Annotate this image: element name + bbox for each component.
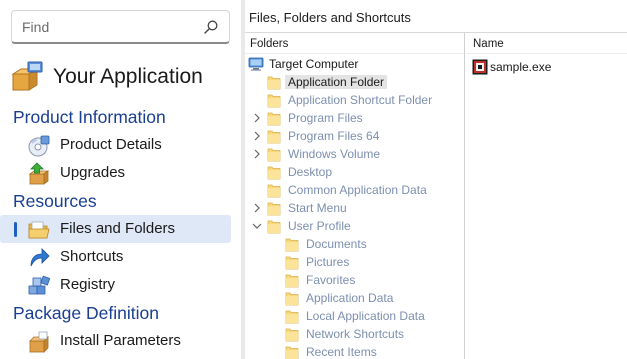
tree-item[interactable]: Network Shortcuts	[245, 325, 465, 343]
tree-label: Desktop	[288, 165, 333, 179]
folder-icon	[267, 94, 281, 108]
folder-icon	[267, 166, 281, 180]
folder-icon	[285, 274, 299, 288]
navigation-pane: Your Application Product Information Pro…	[0, 0, 241, 359]
panel-title: Files, Folders and Shortcuts	[249, 10, 411, 25]
tree-label: Local Application Data	[306, 309, 425, 323]
folder-icon	[267, 76, 281, 90]
section-product-information: Product Information	[13, 107, 166, 127]
tree-item[interactable]: Application Folder	[245, 73, 465, 91]
chevron-right-icon[interactable]	[251, 202, 263, 214]
chevron-down-icon[interactable]	[251, 220, 263, 232]
tree-label: Target Computer	[269, 57, 359, 71]
tree-label: Common Application Data	[288, 183, 427, 197]
tree-item[interactable]: Application Data	[245, 289, 465, 307]
files-folders-frame: Folders Target Computer Application Fold…	[245, 32, 627, 359]
name-column-header[interactable]: Name	[473, 38, 504, 50]
tree-item[interactable]: Desktop	[245, 163, 465, 181]
folder-icon	[285, 256, 299, 270]
nav-label: Files and Folders	[60, 220, 176, 237]
search-box[interactable]	[11, 10, 230, 44]
tree-root[interactable]: Target Computer	[245, 55, 465, 73]
tree-item[interactable]: Program Files	[245, 109, 465, 127]
shortcut-arrow-icon	[30, 248, 50, 267]
header-divider	[466, 53, 627, 54]
nav-item-files-and-folders[interactable]: Files and Folders	[0, 215, 231, 243]
tree-item[interactable]: Local Application Data	[245, 307, 465, 325]
chevron-right-icon[interactable]	[251, 148, 263, 160]
tree-label: User Profile	[288, 219, 351, 233]
app-header: Your Application	[10, 60, 203, 94]
section-package-definition: Package Definition	[13, 303, 159, 323]
nav-item-install-parameters[interactable]: Install Parameters	[0, 327, 231, 355]
content-panel: Files, Folders and Shortcuts Folders Tar…	[245, 0, 627, 359]
folder-icon	[285, 310, 299, 324]
tree-item[interactable]: Favorites	[245, 271, 465, 289]
install-box-icon	[29, 331, 49, 353]
folder-icon	[285, 238, 299, 252]
folder-icon	[267, 184, 281, 198]
tree-item[interactable]: Windows Volume	[245, 145, 465, 163]
tree-label: Favorites	[306, 273, 356, 287]
folder-icon	[267, 130, 281, 144]
tree-item[interactable]: Application Shortcut Folder	[245, 91, 465, 109]
search-icon[interactable]	[203, 19, 219, 35]
nav-label: Product Details	[60, 136, 162, 153]
search-input[interactable]	[22, 17, 192, 37]
nav-label: Shortcuts	[60, 248, 124, 265]
tree-label: Network Shortcuts	[306, 327, 405, 341]
application-package-icon	[11, 61, 43, 91]
registry-cubes-icon	[28, 275, 51, 295]
folder-icon	[267, 148, 281, 162]
tree-label: Windows Volume	[288, 147, 381, 161]
folders-tree[interactable]: Folders Target Computer Application Fold…	[245, 33, 465, 359]
tree-item[interactable]: Start Menu	[245, 199, 465, 217]
header-divider	[245, 53, 464, 54]
tree-label: Start Menu	[288, 201, 347, 215]
folder-icon	[267, 220, 281, 234]
tree-label: Application Shortcut Folder	[288, 93, 433, 107]
folder-icon	[28, 221, 50, 239]
tree-item[interactable]: User Profile	[245, 217, 465, 235]
app-title: Your Application	[53, 65, 203, 88]
tree-label: Pictures	[306, 255, 350, 269]
file-row[interactable]: sample.exe	[472, 58, 551, 76]
folder-icon	[285, 292, 299, 306]
folder-icon	[285, 328, 299, 342]
folder-icon	[267, 112, 281, 126]
chevron-right-icon[interactable]	[251, 130, 263, 142]
cd-disc-icon	[28, 135, 50, 157]
nav-item-registry[interactable]: Registry	[0, 271, 231, 299]
tree-label: Program Files	[288, 111, 363, 125]
tree-item[interactable]: Pictures	[245, 253, 465, 271]
file-name: sample.exe	[490, 60, 552, 74]
folder-icon	[267, 202, 281, 216]
nav-label: Upgrades	[60, 164, 126, 181]
nav-label: Install Parameters	[60, 332, 181, 349]
selection-indicator	[14, 222, 17, 237]
tree-label: Application Folder	[285, 75, 388, 89]
nav-item-upgrades[interactable]: Upgrades	[0, 159, 231, 187]
tree-label: Documents	[306, 237, 367, 251]
files-list[interactable]: Name sample.exe	[466, 33, 627, 359]
tree-label: Program Files 64	[288, 129, 380, 143]
folders-column-header[interactable]: Folders	[250, 38, 288, 50]
computer-icon	[248, 57, 264, 71]
tree-item[interactable]: Recent Items	[245, 343, 465, 359]
tree-item[interactable]: Program Files 64	[245, 127, 465, 145]
tree-label: Application Data	[306, 291, 394, 305]
nav-item-product-details[interactable]: Product Details	[0, 131, 231, 159]
folder-icon	[285, 346, 299, 359]
nav-label: Registry	[60, 276, 116, 293]
tree-label: Recent Items	[306, 345, 377, 359]
section-resources: Resources	[13, 191, 97, 211]
tree-item[interactable]: Documents	[245, 235, 465, 253]
upgrade-box-icon	[28, 162, 50, 185]
exe-file-icon	[472, 59, 488, 75]
nav-item-shortcuts[interactable]: Shortcuts	[0, 243, 231, 271]
chevron-right-icon[interactable]	[251, 112, 263, 124]
tree-item[interactable]: Common Application Data	[245, 181, 465, 199]
